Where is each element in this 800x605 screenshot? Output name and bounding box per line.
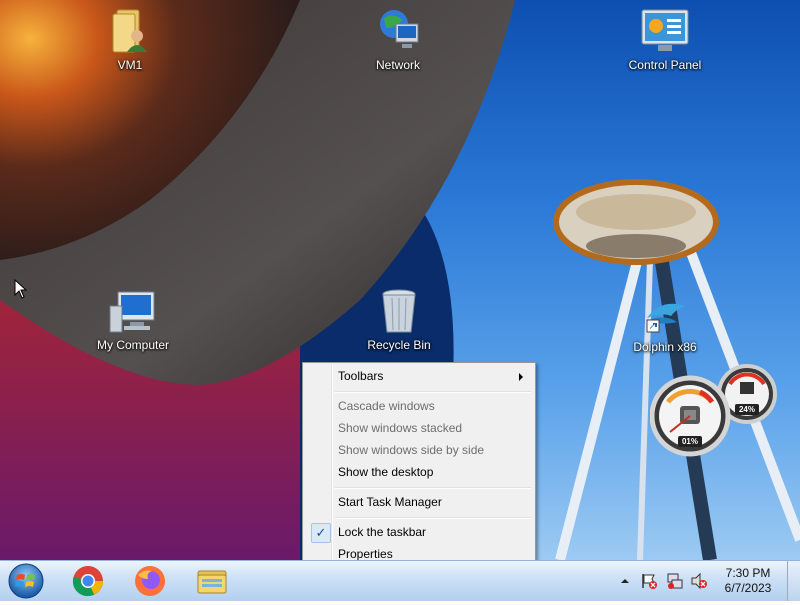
memory-usage-label: 24% xyxy=(738,405,755,414)
menu-item-label: Show windows stacked xyxy=(338,421,463,435)
cpu-meter-dials xyxy=(649,364,777,457)
desktop-icon-dolphin[interactable]: Dolphin x86 xyxy=(617,296,713,354)
clock-date: 6/7/2023 xyxy=(724,581,772,595)
control-panel-icon xyxy=(641,9,689,51)
mouse-cursor-icon xyxy=(14,279,28,299)
menu-item-label: Show the desktop xyxy=(338,465,434,479)
menu-item-show-the-desktop[interactable]: Show the desktop xyxy=(305,461,533,483)
menu-item-label: Start Task Manager xyxy=(338,495,442,509)
menu-separator xyxy=(335,517,531,519)
user-folder-icon xyxy=(112,9,147,53)
menu-item-label: Cascade windows xyxy=(338,399,435,413)
desktop-icon-control-panel[interactable]: Control Panel xyxy=(617,8,713,72)
taskbar-app-firefox[interactable] xyxy=(122,563,178,599)
desktop-icon-label: Network xyxy=(375,58,420,72)
menu-item-cascade-windows: Cascade windows xyxy=(305,395,533,417)
firefox-icon xyxy=(135,566,165,596)
network-icon[interactable] xyxy=(666,572,684,590)
menu-item-label: Toolbars xyxy=(338,369,384,383)
desktop-icon-network[interactable]: Network xyxy=(350,6,446,72)
menu-separator xyxy=(335,391,531,393)
action-center-flag-icon[interactable] xyxy=(640,572,658,590)
menu-item-show-windows-stacked: Show windows stacked xyxy=(305,417,533,439)
clock-time: 7:30 PM xyxy=(725,566,771,580)
desktop-icon-label: Dolphin x86 xyxy=(633,340,697,354)
menu-item-toolbars[interactable]: Toolbars xyxy=(305,365,533,387)
chrome-icon xyxy=(72,566,103,597)
desktop-icon-recycle-bin[interactable]: Recycle Bin xyxy=(351,288,447,352)
desktop-icon-label: VM1 xyxy=(117,58,143,72)
volume-muted-icon[interactable] xyxy=(690,572,708,590)
desktop-icon-my-computer[interactable]: My Computer xyxy=(85,290,181,352)
desktop[interactable]: VM1 Network Control Panel My Computer Re… xyxy=(0,0,800,560)
taskbar-clock[interactable]: 7:30 PM 6/7/2023 xyxy=(711,566,785,596)
menu-item-lock-the-taskbar[interactable]: ✓ Lock the taskbar xyxy=(305,521,533,543)
network-globe-icon xyxy=(380,10,419,48)
menu-item-properties[interactable]: Properties xyxy=(305,543,533,560)
menu-item-label: Lock the taskbar xyxy=(338,525,427,539)
taskbar-context-menu: Toolbars Cascade windows Show windows st… xyxy=(302,362,536,560)
taskbar-app-explorer[interactable] xyxy=(184,563,240,599)
menu-item-start-task-manager[interactable]: Start Task Manager xyxy=(305,491,533,513)
menu-item-show-windows-side-by-side: Show windows side by side xyxy=(305,439,533,461)
show-hidden-icons-arrow[interactable] xyxy=(620,576,630,586)
dolphin-shortcut-icon xyxy=(646,303,685,333)
recycle-bin-icon xyxy=(382,289,416,333)
show-desktop-button[interactable] xyxy=(787,561,800,601)
taskbar-app-chrome[interactable] xyxy=(60,563,116,599)
desktop-icon-label: Control Panel xyxy=(628,58,702,72)
menu-item-label: Show windows side by side xyxy=(338,443,485,457)
menu-separator xyxy=(335,487,531,489)
desktop-icon-vm1[interactable]: VM1 xyxy=(82,6,178,72)
submenu-arrow-icon xyxy=(519,373,523,381)
start-button[interactable] xyxy=(6,562,46,600)
cpu-usage-label: 01% xyxy=(681,437,698,446)
folder-icon xyxy=(197,570,227,594)
checkmark-icon: ✓ xyxy=(311,523,331,543)
taskbar[interactable]: 7:30 PM 6/7/2023 xyxy=(0,560,800,601)
desktop-icon-label: My Computer xyxy=(96,338,170,352)
cpu-meter-gadget[interactable]: 01% 24% xyxy=(649,362,780,460)
computer-icon xyxy=(109,291,155,333)
menu-item-label: Properties xyxy=(338,547,393,560)
desktop-icon-label: Recycle Bin xyxy=(367,338,431,352)
windows-orb-icon xyxy=(8,563,44,599)
